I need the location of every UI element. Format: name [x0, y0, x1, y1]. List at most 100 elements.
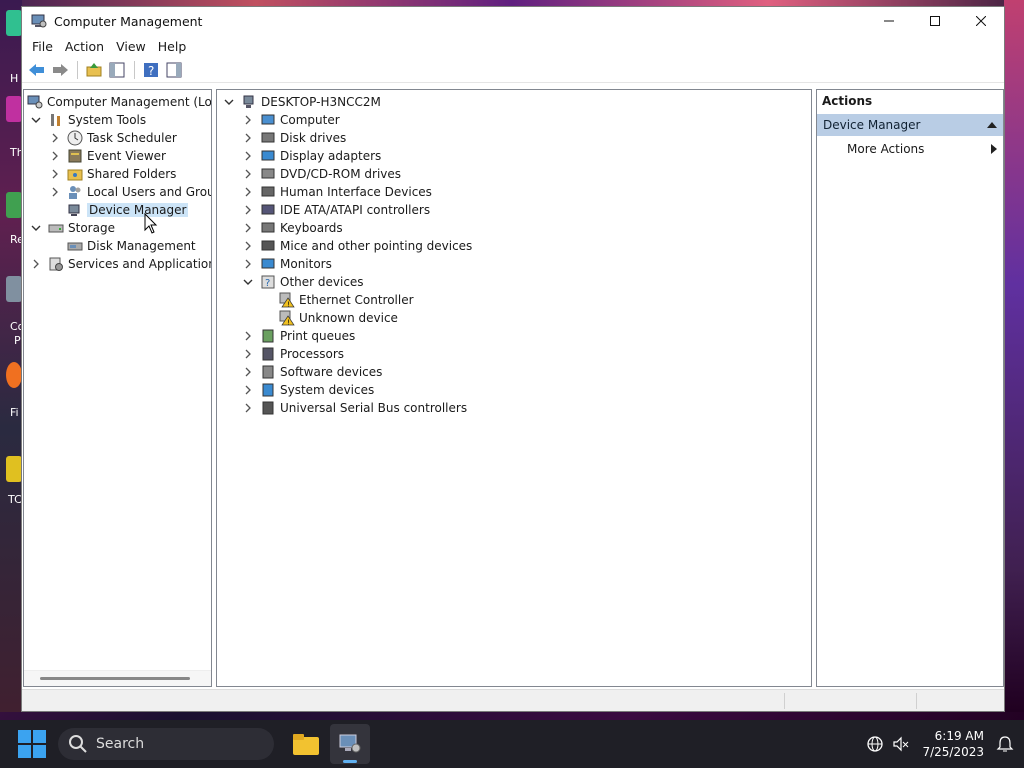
file-explorer-taskbar-button[interactable] [286, 724, 326, 764]
chevron-right-icon[interactable] [242, 402, 254, 414]
chevron-right-icon[interactable] [242, 384, 254, 396]
show-hide-action-pane-button[interactable] [163, 60, 185, 80]
computer-management-taskbar-button[interactable] [330, 724, 370, 764]
tree-label: IDE ATA/ATAPI controllers [280, 203, 431, 217]
svg-text:!: ! [287, 319, 290, 327]
speaker-muted-icon[interactable] [892, 735, 910, 753]
show-hide-console-tree-button[interactable] [106, 60, 128, 80]
device-category[interactable]: Mice and other pointing devices [242, 237, 472, 255]
device-warning-item[interactable]: ! Unknown device [279, 309, 398, 327]
chevron-right-icon[interactable] [242, 150, 254, 162]
tree-item-shared-folders[interactable]: Shared Folders [49, 165, 176, 183]
start-button[interactable] [18, 730, 46, 758]
chevron-right-icon[interactable] [242, 348, 254, 360]
device-category[interactable]: Monitors [242, 255, 332, 273]
chevron-right-icon[interactable] [242, 114, 254, 126]
chevron-right-icon[interactable] [242, 366, 254, 378]
clock[interactable]: 6:19 AM 7/25/2023 [922, 728, 984, 760]
chevron-right-icon[interactable] [242, 204, 254, 216]
desktop-app-icon[interactable] [6, 276, 22, 302]
chevron-right-icon[interactable] [49, 150, 61, 162]
tree-item-services-applications[interactable]: Services and Applications [30, 255, 211, 273]
menu-action[interactable]: Action [59, 39, 110, 54]
tree-item-system-tools[interactable]: System Tools [30, 111, 146, 129]
chevron-right-icon[interactable] [49, 168, 61, 180]
tree-label: Other devices [280, 275, 364, 289]
tree-item-disk-management[interactable]: Disk Management [67, 237, 196, 255]
tree-item-task-scheduler[interactable]: Task Scheduler [49, 129, 177, 147]
collapse-up-icon[interactable] [987, 121, 997, 129]
tree-label: Universal Serial Bus controllers [280, 401, 468, 415]
tree-label: Disk drives [280, 131, 347, 145]
actions-section-label: Device Manager [823, 118, 921, 132]
search-placeholder: Search [96, 736, 145, 752]
chevron-right-icon[interactable] [30, 258, 42, 270]
tree-item-local-users[interactable]: Local Users and Groups [49, 183, 211, 201]
more-actions-item[interactable]: More Actions [817, 138, 1003, 160]
title-bar[interactable]: Computer Management [22, 7, 1004, 35]
taskbar-search[interactable]: Search [58, 728, 274, 760]
globe-network-icon[interactable] [866, 735, 884, 753]
tree-item-event-viewer[interactable]: Event Viewer [49, 147, 166, 165]
device-warning-item[interactable]: ! Ethernet Controller [279, 291, 414, 309]
status-bar [22, 689, 1004, 711]
device-tree-root[interactable]: DESKTOP-H3NCC2M [223, 93, 381, 111]
desktop-app-icon[interactable] [6, 192, 22, 218]
desktop-app-icon[interactable] [6, 456, 22, 482]
chevron-right-icon[interactable] [242, 258, 254, 270]
notification-bell-icon[interactable] [996, 735, 1014, 753]
device-category[interactable]: DVD/CD-ROM drives [242, 165, 401, 183]
device-category[interactable]: Human Interface Devices [242, 183, 432, 201]
device-category[interactable]: Universal Serial Bus controllers [242, 399, 467, 417]
forward-button[interactable] [49, 60, 71, 80]
tree-item-storage[interactable]: Storage [30, 219, 115, 237]
chevron-down-icon[interactable] [30, 222, 42, 234]
menu-help[interactable]: Help [152, 39, 193, 54]
help-button[interactable]: ? [140, 60, 162, 80]
tree-label: System devices [280, 383, 375, 397]
device-category[interactable]: Processors [242, 345, 344, 363]
chevron-right-icon[interactable] [242, 168, 254, 180]
chevron-down-icon[interactable] [242, 276, 254, 288]
minimize-button[interactable] [866, 7, 912, 35]
device-category[interactable]: ? Other devices [242, 273, 364, 291]
chevron-right-icon[interactable] [49, 186, 61, 198]
device-category[interactable]: Software devices [242, 363, 382, 381]
device-category[interactable]: Disk drives [242, 129, 346, 147]
tree-label: Processors [280, 347, 345, 361]
horizontal-scrollbar[interactable] [24, 670, 211, 686]
chevron-right-icon[interactable] [242, 240, 254, 252]
desktop-app-icon[interactable] [6, 362, 22, 388]
chevron-right-icon[interactable] [49, 132, 61, 144]
menu-file[interactable]: File [26, 39, 59, 54]
actions-section-device-manager[interactable]: Device Manager [817, 114, 1003, 136]
clock-icon [67, 130, 83, 146]
tree-item-device-manager[interactable]: Device Manager [67, 201, 189, 219]
chevron-right-icon[interactable] [242, 132, 254, 144]
tree-root[interactable]: Computer Management (Local [27, 93, 211, 111]
device-category[interactable]: Print queues [242, 327, 355, 345]
device-category[interactable]: Display adapters [242, 147, 381, 165]
device-category[interactable]: System devices [242, 381, 374, 399]
windows-logo-quad [33, 745, 46, 758]
minimize-icon [884, 20, 894, 22]
device-category-icon [262, 401, 274, 415]
submenu-arrow-icon [991, 144, 997, 154]
chevron-right-icon[interactable] [242, 186, 254, 198]
device-category[interactable]: Computer [242, 111, 340, 129]
up-one-level-button[interactable] [83, 60, 105, 80]
chevron-right-icon[interactable] [242, 330, 254, 342]
chevron-right-icon[interactable] [242, 222, 254, 234]
desktop-app-icon[interactable] [6, 96, 22, 122]
maximize-button[interactable] [912, 7, 958, 35]
back-button[interactable] [26, 60, 48, 80]
scrollbar-thumb[interactable] [40, 677, 190, 680]
device-category[interactable]: Keyboards [242, 219, 343, 237]
menu-view[interactable]: View [110, 39, 152, 54]
device-category[interactable]: IDE ATA/ATAPI controllers [242, 201, 430, 219]
chevron-down-icon[interactable] [30, 114, 42, 126]
close-button[interactable] [958, 7, 1004, 35]
menu-bar: File Action View Help [22, 35, 1004, 57]
desktop-app-icon[interactable] [6, 10, 22, 36]
chevron-down-icon[interactable] [223, 96, 235, 108]
